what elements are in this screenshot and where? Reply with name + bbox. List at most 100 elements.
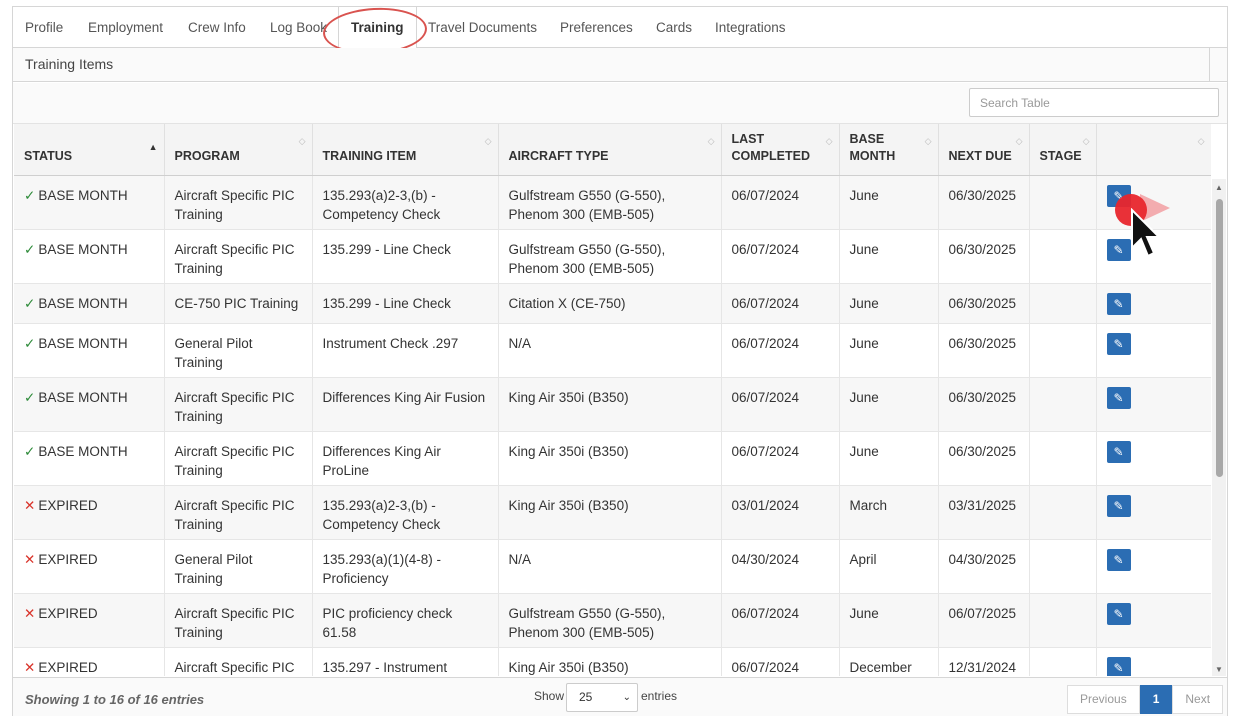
training-item-cell: 135.293(a)2-3,(b) - Competency Check: [312, 175, 499, 230]
col-header-status[interactable]: STATUS ▲: [14, 124, 165, 176]
last-completed-cell: 04/30/2024: [721, 539, 840, 594]
col-header-stage[interactable]: STAGE ◇: [1029, 124, 1097, 176]
check-icon: ✓: [24, 295, 36, 311]
scroll-down-icon[interactable]: ▼: [1215, 665, 1223, 674]
check-icon: ✓: [24, 335, 36, 351]
table-footer: Showing 1 to 16 of 16 entries Show 25 ⌄ …: [13, 677, 1227, 716]
edit-pencil-icon[interactable]: ✎: [1106, 238, 1131, 261]
table-row[interactable]: ✕ EXPIRED Aircraft Specific PIC Training 13…: [14, 485, 1211, 540]
last-completed-cell: 06/07/2024: [721, 593, 840, 648]
next-due-cell: 06/30/2025: [938, 431, 1030, 486]
table-row[interactable]: ✕ EXPIRED General Pilot Training 135.293(a)…: [14, 539, 1211, 594]
page-length-select[interactable]: 25 ⌄: [566, 683, 638, 712]
tab-crew-info[interactable]: Crew Info: [176, 7, 258, 48]
base-month-cell: December: [839, 647, 939, 676]
stage-cell: [1029, 283, 1097, 324]
edit-pencil-icon[interactable]: ✎: [1106, 602, 1131, 625]
status-cell: ✓ BASE MONTH: [14, 377, 165, 432]
next-due-cell: 06/30/2025: [938, 377, 1030, 432]
scrollbar-thumb[interactable]: [1216, 199, 1223, 477]
training-table: STATUS ▲ PROGRAM ◇ TRAINING ITEM ◇ AIRCRAFT…: [14, 124, 1211, 676]
table-scrollbar[interactable]: ▲ ▼: [1212, 179, 1226, 676]
check-icon: ✓: [24, 389, 36, 405]
col-header-aircraft-type[interactable]: AIRCRAFT TYPE ◇: [498, 124, 722, 176]
actions-cell: ✎: [1096, 323, 1211, 378]
training-item-cell: PIC proficiency check 61.58: [312, 593, 499, 648]
actions-cell: ✎: [1096, 539, 1211, 594]
edit-pencil-icon[interactable]: ✎: [1106, 656, 1131, 676]
aircraft-type-cell: Gulfstream G550 (G-550), Phenom 300 (EMB…: [498, 175, 722, 230]
edit-pencil-icon[interactable]: ✎: [1106, 548, 1131, 571]
col-header-training-item[interactable]: TRAINING ITEM ◇: [312, 124, 499, 176]
aircraft-type-cell: Citation X (CE-750): [498, 283, 722, 324]
check-icon: ✓: [24, 187, 36, 203]
last-completed-cell: 06/07/2024: [721, 229, 840, 284]
program-cell: Aircraft Specific PIC: [164, 647, 313, 676]
base-month-cell: June: [839, 175, 939, 230]
sort-icon: ◇: [825, 136, 833, 146]
stage-cell: [1029, 647, 1097, 676]
tab-log-book[interactable]: Log Book: [258, 7, 339, 48]
page-1-button[interactable]: 1: [1139, 685, 1173, 714]
status-text: BASE MONTH: [38, 187, 128, 203]
status-text: BASE MONTH: [38, 295, 128, 311]
edit-pencil-icon[interactable]: ✎: [1106, 332, 1131, 355]
col-header-program[interactable]: PROGRAM ◇: [164, 124, 313, 176]
tab-training[interactable]: Training: [338, 7, 417, 49]
search-input[interactable]: [969, 88, 1219, 117]
table-row[interactable]: ✓ BASE MONTH CE-750 PIC Training 135.299 - …: [14, 283, 1211, 324]
last-completed-cell: 06/07/2024: [721, 431, 840, 486]
edit-pencil-icon[interactable]: ✎: [1106, 494, 1131, 517]
status-text: EXPIRED: [38, 551, 98, 567]
program-cell: CE-750 PIC Training: [164, 283, 313, 324]
show-label: Show: [534, 689, 565, 703]
next-due-cell: 06/30/2025: [938, 175, 1030, 230]
tab-profile[interactable]: Profile: [13, 7, 75, 48]
actions-cell: ✎: [1096, 431, 1211, 486]
scroll-up-icon[interactable]: ▲: [1215, 183, 1223, 192]
edit-pencil-icon[interactable]: ✎: [1106, 292, 1131, 315]
status-cell: ✓ BASE MONTH: [14, 431, 165, 486]
aircraft-type-cell: Gulfstream G550 (G-550), Phenom 300 (EMB…: [498, 229, 722, 284]
next-page-button[interactable]: Next: [1172, 685, 1224, 714]
table-row[interactable]: ✕ EXPIRED Aircraft Specific PIC Training PI…: [14, 593, 1211, 648]
status-cell: ✓ BASE MONTH: [14, 175, 165, 230]
tab-preferences[interactable]: Preferences: [548, 7, 645, 48]
training-item-cell: 135.293(a)(1)(4-8) - Proficiency: [312, 539, 499, 594]
tab-employment[interactable]: Employment: [76, 7, 175, 48]
col-header-actions[interactable]: ◇: [1096, 124, 1211, 176]
stage-cell: [1029, 323, 1097, 378]
panel-header-edge: [1209, 48, 1227, 82]
training-item-cell: 135.297 - Instrument: [312, 647, 499, 676]
table-row[interactable]: ✕ EXPIRED Aircraft Specific PIC 135.297 - I…: [14, 647, 1211, 676]
table-row[interactable]: ✓ BASE MONTH Aircraft Specific PIC Trainin…: [14, 175, 1211, 230]
x-icon: ✕: [24, 551, 36, 567]
edit-pencil-icon[interactable]: ✎: [1106, 386, 1131, 409]
next-due-cell: 03/31/2025: [938, 485, 1030, 540]
edit-pencil-icon[interactable]: ✎: [1106, 440, 1131, 463]
col-header-last-completed[interactable]: LAST COMPLETED ◇: [721, 124, 840, 176]
check-icon: ✓: [24, 443, 36, 459]
x-icon: ✕: [24, 497, 36, 513]
table-row[interactable]: ✓ BASE MONTH Aircraft Specific PIC Trainin…: [14, 431, 1211, 486]
program-cell: Aircraft Specific PIC Training: [164, 593, 313, 648]
tab-travel-documents[interactable]: Travel Documents: [416, 7, 549, 48]
table-row[interactable]: ✓ BASE MONTH Aircraft Specific PIC Trainin…: [14, 229, 1211, 284]
stage-cell: [1029, 539, 1097, 594]
previous-page-button[interactable]: Previous: [1067, 685, 1140, 714]
aircraft-type-cell: N/A: [498, 539, 722, 594]
status-cell: ✕ EXPIRED: [14, 647, 165, 676]
training-item-cell: 135.299 - Line Check: [312, 283, 499, 324]
tab-cards[interactable]: Cards: [644, 7, 704, 48]
col-header-next-due[interactable]: NEXT DUE ◇: [938, 124, 1030, 176]
stage-cell: [1029, 431, 1097, 486]
program-cell: Aircraft Specific PIC Training: [164, 175, 313, 230]
tab-integrations[interactable]: Integrations: [703, 7, 798, 48]
actions-cell: ✎: [1096, 377, 1211, 432]
table-row[interactable]: ✓ BASE MONTH Aircraft Specific PIC Trainin…: [14, 377, 1211, 432]
actions-cell: ✎: [1096, 283, 1211, 324]
table-row[interactable]: ✓ BASE MONTH General Pilot Training Instrum…: [14, 323, 1211, 378]
col-header-base-month[interactable]: BASE MONTH ◇: [839, 124, 939, 176]
aircraft-type-cell: Gulfstream G550 (G-550), Phenom 300 (EMB…: [498, 593, 722, 648]
sort-icon: ◇: [298, 136, 306, 146]
